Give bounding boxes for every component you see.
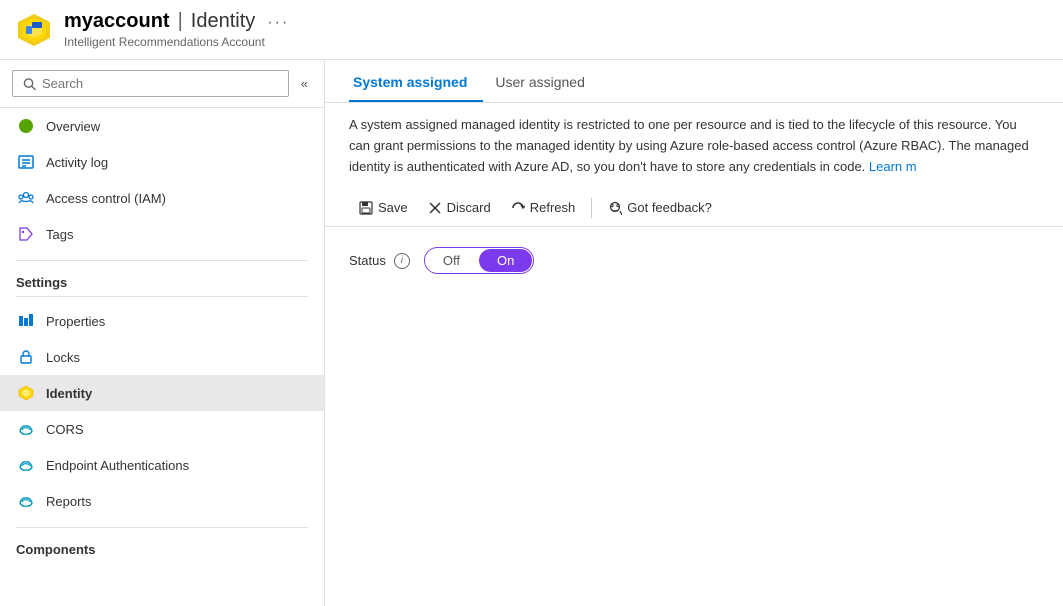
nav-properties-label: Properties: [46, 314, 105, 329]
nav-access-control[interactable]: Access control (IAM): [0, 180, 324, 216]
save-button[interactable]: Save: [349, 195, 418, 220]
status-section: Status i Off On: [325, 227, 1063, 294]
nav-locks-label: Locks: [46, 350, 80, 365]
info-icon[interactable]: i: [394, 253, 410, 269]
tab-user-assigned[interactable]: User assigned: [491, 64, 601, 102]
resource-type: Identity: [191, 10, 255, 33]
identity-icon: [16, 383, 36, 403]
status-label: Status: [349, 253, 386, 268]
search-icon: [23, 77, 36, 91]
tab-system-assigned[interactable]: System assigned: [349, 64, 483, 102]
content-inner: A system assigned managed identity is re…: [325, 103, 1063, 177]
activity-log-icon: [16, 152, 36, 172]
settings-header-divider: [16, 296, 308, 297]
nav-endpoint-auth-label: Endpoint Authentications: [46, 458, 189, 473]
nav-access-control-label: Access control (IAM): [46, 191, 166, 206]
nav-identity-label: Identity: [46, 386, 92, 401]
nav-cors[interactable]: CORS: [0, 411, 324, 447]
header-subtitle: Intelligent Recommendations Account: [64, 35, 289, 49]
nav-endpoint-auth[interactable]: Endpoint Authentications: [0, 447, 324, 483]
discard-icon: [428, 201, 442, 215]
nav-properties[interactable]: Properties: [0, 303, 324, 339]
sidebar: « Overview Activity log: [0, 60, 325, 606]
overview-icon: [16, 116, 36, 136]
save-icon: [359, 201, 373, 215]
header-separator: |: [178, 10, 183, 33]
search-box[interactable]: [12, 70, 289, 97]
account-name: myaccount: [64, 10, 170, 33]
description-text: A system assigned managed identity is re…: [349, 115, 1029, 177]
learn-more-link[interactable]: Learn m: [869, 159, 917, 174]
cors-icon: [16, 419, 36, 439]
toggle-switch[interactable]: Off On: [424, 247, 534, 274]
toggle-off-option[interactable]: Off: [425, 249, 478, 272]
feedback-icon: [608, 201, 622, 215]
nav-overview-label: Overview: [46, 119, 100, 134]
reports-icon: [16, 491, 36, 511]
nav-activity-log[interactable]: Activity log: [0, 144, 324, 180]
nav-reports-label: Reports: [46, 494, 92, 509]
toolbar-divider: [591, 198, 592, 218]
nav-tags[interactable]: Tags: [0, 216, 324, 252]
status-row: Status i Off On: [349, 247, 1039, 274]
settings-divider: [16, 260, 308, 261]
nav-identity[interactable]: Identity: [0, 375, 324, 411]
properties-icon: [16, 311, 36, 331]
settings-section-header: Settings: [0, 265, 324, 296]
access-control-icon: [16, 188, 36, 208]
search-container: «: [0, 60, 324, 108]
app-logo-icon: [16, 12, 52, 48]
nav-overview[interactable]: Overview: [0, 108, 324, 144]
toolbar: Save Discard Refresh: [325, 189, 1063, 227]
refresh-icon: [511, 201, 525, 215]
endpoint-auth-icon: [16, 455, 36, 475]
discard-button[interactable]: Discard: [418, 195, 501, 220]
feedback-button[interactable]: Got feedback?: [598, 195, 722, 220]
nav-tags-label: Tags: [46, 227, 73, 242]
tags-icon: [16, 224, 36, 244]
tab-bar: System assigned User assigned: [325, 64, 1063, 103]
refresh-button[interactable]: Refresh: [501, 195, 586, 220]
toggle-on-option[interactable]: On: [479, 249, 532, 272]
components-divider: [16, 527, 308, 528]
main-layout: « Overview Activity log: [0, 60, 1063, 606]
search-input[interactable]: [42, 76, 278, 91]
nav-locks[interactable]: Locks: [0, 339, 324, 375]
content-area: System assigned User assigned A system a…: [325, 60, 1063, 606]
collapse-icon[interactable]: «: [297, 72, 312, 95]
nav-activity-log-label: Activity log: [46, 155, 108, 170]
header: myaccount | Identity ··· Intelligent Rec…: [0, 0, 1063, 60]
nav-cors-label: CORS: [46, 422, 84, 437]
header-title-group: myaccount | Identity ··· Intelligent Rec…: [64, 10, 289, 49]
components-section-header: Components: [0, 532, 324, 563]
nav-reports[interactable]: Reports: [0, 483, 324, 519]
locks-icon: [16, 347, 36, 367]
more-icon[interactable]: ···: [267, 14, 289, 32]
